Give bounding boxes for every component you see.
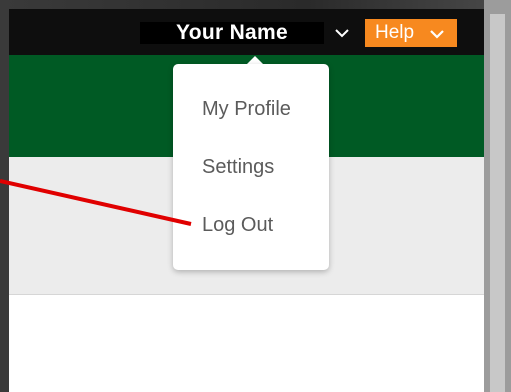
help-button[interactable]: Help bbox=[365, 19, 457, 47]
menu-item-my-profile[interactable]: My Profile bbox=[202, 98, 291, 121]
menu-item-log-out[interactable]: Log Out bbox=[202, 214, 273, 237]
user-dropdown-menu: My Profile Settings Log Out bbox=[173, 64, 329, 270]
menu-item-settings[interactable]: Settings bbox=[202, 156, 274, 179]
chevron-down-icon bbox=[430, 30, 444, 39]
help-button-label: Help bbox=[375, 22, 415, 43]
vertical-scrollbar[interactable] bbox=[484, 0, 511, 392]
scrollbar-thumb[interactable] bbox=[490, 14, 505, 392]
user-name-label[interactable]: Your Name bbox=[140, 22, 324, 44]
top-nav-bar: Your Name Help bbox=[9, 9, 492, 55]
chevron-down-icon[interactable] bbox=[334, 26, 350, 40]
